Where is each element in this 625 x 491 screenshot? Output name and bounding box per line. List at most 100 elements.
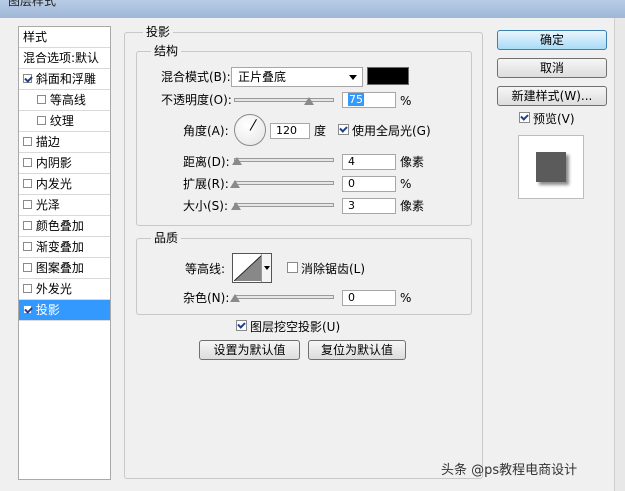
distance-slider-track[interactable] bbox=[234, 158, 334, 162]
outer-glow-checkbox[interactable] bbox=[23, 284, 32, 293]
cancel-button[interactable]: 取消 bbox=[497, 58, 607, 78]
style-item-satin[interactable]: 光泽 bbox=[19, 195, 110, 216]
opacity-input[interactable]: 75 bbox=[342, 92, 396, 108]
blend-mode-label: 混合模式(B): bbox=[161, 70, 231, 84]
style-item-label: 描边 bbox=[35, 135, 60, 149]
noise-label: 杂色(N): bbox=[183, 291, 230, 305]
antialias-checkbox[interactable] bbox=[287, 262, 298, 273]
size-slider-thumb[interactable] bbox=[231, 202, 241, 210]
drop-shadow-checkbox[interactable] bbox=[23, 305, 32, 314]
style-list: 样式 混合选项:默认 斜面和浮雕 等高线 纹理 描边 内阴影 内发光 光泽 颜色… bbox=[18, 26, 111, 480]
style-item-label: 样式 bbox=[23, 30, 48, 44]
opacity-slider-track[interactable] bbox=[234, 98, 334, 102]
shadow-color-swatch[interactable] bbox=[367, 67, 409, 85]
distance-slider-thumb[interactable] bbox=[232, 157, 242, 165]
knockout-label: 图层挖空投影(U) bbox=[250, 320, 341, 334]
new-style-button[interactable]: 新建样式(W)... bbox=[497, 86, 607, 106]
opacity-unit: % bbox=[400, 94, 412, 108]
style-item-label: 等高线 bbox=[49, 93, 86, 107]
style-item-bevel-emboss[interactable]: 斜面和浮雕 bbox=[19, 69, 110, 90]
watermark: 头条 @ps教程电商设计 bbox=[441, 463, 578, 478]
noise-unit: % bbox=[400, 291, 412, 305]
contour-curve-icon bbox=[234, 255, 262, 281]
reset-default-button[interactable]: 复位为默认值 bbox=[308, 340, 406, 360]
texture-checkbox[interactable] bbox=[37, 116, 46, 125]
inner-shadow-checkbox[interactable] bbox=[23, 158, 32, 167]
quality-title: 品质 bbox=[151, 231, 182, 245]
contour-dropdown-icon[interactable] bbox=[261, 254, 271, 282]
contour-label: 等高线: bbox=[185, 262, 226, 276]
style-item-label: 内发光 bbox=[35, 177, 72, 191]
size-unit: 像素 bbox=[400, 199, 425, 213]
noise-slider-thumb[interactable] bbox=[230, 294, 240, 302]
window-edge bbox=[614, 18, 625, 491]
style-item-inner-glow[interactable]: 内发光 bbox=[19, 174, 110, 195]
style-item-color-overlay[interactable]: 颜色叠加 bbox=[19, 216, 110, 237]
window-titlebar: 图层样式 bbox=[0, 0, 625, 19]
opacity-slider-thumb[interactable] bbox=[304, 97, 314, 105]
pattern-overlay-checkbox[interactable] bbox=[23, 263, 32, 272]
satin-checkbox[interactable] bbox=[23, 200, 32, 209]
spread-input[interactable]: 0 bbox=[342, 176, 396, 192]
spread-label: 扩展(R): bbox=[183, 177, 229, 191]
size-input[interactable]: 3 bbox=[342, 198, 396, 214]
inner-glow-checkbox[interactable] bbox=[23, 179, 32, 188]
style-item-label: 斜面和浮雕 bbox=[35, 72, 96, 86]
size-slider-track[interactable] bbox=[234, 203, 334, 207]
antialias-label: 消除锯齿(L) bbox=[301, 262, 366, 276]
noise-slider-track[interactable] bbox=[234, 295, 334, 299]
style-item-label: 图案叠加 bbox=[35, 261, 84, 275]
style-preview bbox=[518, 135, 584, 199]
style-item-pattern-overlay[interactable]: 图案叠加 bbox=[19, 258, 110, 279]
style-item-contour[interactable]: 等高线 bbox=[19, 90, 110, 111]
style-item-texture[interactable]: 纹理 bbox=[19, 111, 110, 132]
style-item-label: 颜色叠加 bbox=[35, 219, 84, 233]
global-light-checkbox[interactable] bbox=[338, 124, 349, 135]
gradient-overlay-checkbox[interactable] bbox=[23, 242, 32, 251]
style-item-label: 内阴影 bbox=[35, 156, 72, 170]
style-item-label: 渐变叠加 bbox=[35, 240, 84, 254]
style-item-styles[interactable]: 样式 bbox=[19, 27, 110, 48]
panel-title: 投影 bbox=[143, 25, 174, 39]
style-item-label: 光泽 bbox=[35, 198, 60, 212]
angle-input[interactable]: 120 bbox=[270, 123, 310, 139]
bevel-emboss-checkbox[interactable] bbox=[23, 74, 32, 83]
blend-mode-select[interactable]: 正片叠底 bbox=[231, 67, 363, 87]
chevron-down-icon bbox=[349, 75, 357, 80]
set-default-button[interactable]: 设置为默认值 bbox=[199, 340, 300, 360]
preview-label: 预览(V) bbox=[533, 112, 575, 126]
contour-checkbox[interactable] bbox=[37, 95, 46, 104]
style-item-drop-shadow[interactable]: 投影 bbox=[19, 300, 110, 321]
spread-slider-track[interactable] bbox=[234, 181, 334, 185]
style-item-stroke[interactable]: 描边 bbox=[19, 132, 110, 153]
spread-slider-thumb[interactable] bbox=[230, 180, 240, 188]
style-item-outer-glow[interactable]: 外发光 bbox=[19, 279, 110, 300]
stroke-checkbox[interactable] bbox=[23, 137, 32, 146]
window-title: 图层样式 bbox=[8, 0, 57, 8]
preview-checkbox[interactable] bbox=[519, 112, 530, 123]
angle-needle-icon bbox=[249, 118, 257, 131]
distance-input[interactable]: 4 bbox=[342, 154, 396, 170]
style-item-label: 外发光 bbox=[35, 282, 72, 296]
style-item-label: 混合选项:默认 bbox=[23, 51, 100, 65]
contour-picker[interactable] bbox=[232, 253, 272, 283]
blend-mode-value: 正片叠底 bbox=[238, 70, 287, 84]
opacity-label: 不透明度(O): bbox=[161, 93, 232, 107]
noise-input[interactable]: 0 bbox=[342, 290, 396, 306]
distance-label: 距离(D): bbox=[183, 155, 230, 169]
spread-unit: % bbox=[400, 177, 412, 191]
angle-unit: 度 bbox=[314, 124, 327, 138]
preview-square bbox=[536, 152, 566, 182]
color-overlay-checkbox[interactable] bbox=[23, 221, 32, 230]
ok-button[interactable]: 确定 bbox=[497, 30, 607, 50]
style-item-label: 投影 bbox=[35, 303, 60, 317]
style-item-gradient-overlay[interactable]: 渐变叠加 bbox=[19, 237, 110, 258]
style-item-inner-shadow[interactable]: 内阴影 bbox=[19, 153, 110, 174]
distance-unit: 像素 bbox=[400, 155, 425, 169]
style-item-label: 纹理 bbox=[49, 114, 74, 128]
angle-dial[interactable] bbox=[234, 114, 266, 146]
global-light-label: 使用全局光(G) bbox=[352, 124, 431, 138]
knockout-checkbox[interactable] bbox=[236, 320, 247, 331]
style-item-blending-options[interactable]: 混合选项:默认 bbox=[19, 48, 110, 69]
angle-label: 角度(A): bbox=[183, 124, 229, 138]
